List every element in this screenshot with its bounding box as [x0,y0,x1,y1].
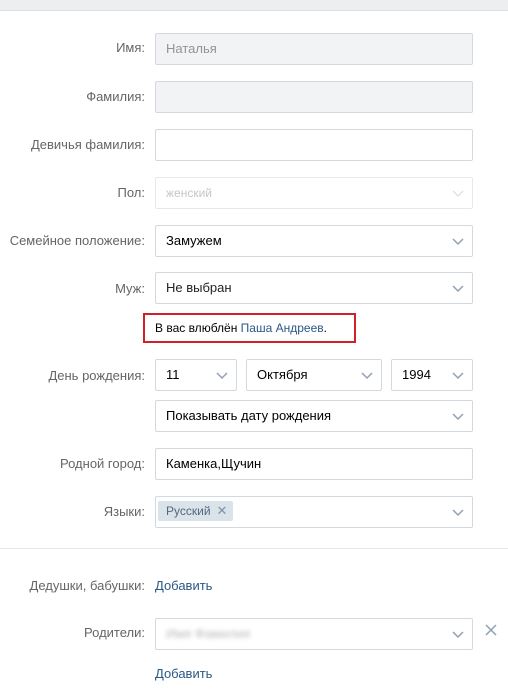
hometown-field[interactable]: Каменка,Щучин [155,448,473,480]
first-name-field[interactable]: Наталья [155,33,473,65]
birthday-label: День рождения: [48,368,145,383]
add-parents-link[interactable]: Добавить [155,666,212,682]
crush-hint-prefix: В вас влюблён [155,321,241,335]
crush-hint-suffix: . [323,321,327,335]
add-grandparents-link[interactable]: Добавить [155,578,212,594]
chevron-down-icon [452,410,464,422]
language-chip: Русский ✕ [158,501,234,521]
chevron-down-icon [452,369,464,381]
relationship-select[interactable]: Замужем [155,225,473,257]
birthday-day-value: 11 [166,367,180,382]
spouse-value: Не выбран [166,280,232,295]
chevron-down-icon [452,235,464,247]
chevron-down-icon [452,628,464,640]
spouse-select[interactable]: Не выбран [155,272,473,304]
parents-value: Имя Фамилия [166,626,251,641]
spouse-label: Муж: [115,281,145,296]
birthday-month-value: Октября [257,367,308,382]
hometown-label: Родной город: [60,456,145,471]
chevron-down-icon [361,369,373,381]
birthday-visibility-select[interactable]: Показывать дату рождения [155,400,473,432]
maiden-name-field[interactable] [155,129,473,161]
birthday-year-value: 1994 [402,367,431,382]
crush-hint: В вас влюблён Паша Андреев. [155,321,327,335]
birthday-visibility-value: Показывать дату рождения [166,408,332,423]
chevron-down-icon [216,369,228,381]
last-name-label: Фамилия: [86,89,145,104]
gender-label: Пол: [117,185,146,200]
section-divider [0,548,508,549]
crush-name-link[interactable]: Паша Андреев [241,321,324,335]
relationship-label: Семейное положение: [9,233,145,248]
first-name-label: Имя: [116,40,145,55]
gender-value: женский [166,186,212,200]
chevron-down-icon [452,282,464,294]
relationship-value: Замужем [166,233,222,248]
grandparents-label: Дедушки, бабушки: [29,578,145,593]
maiden-name-label: Девичья фамилия: [30,137,145,152]
parents-select[interactable]: Имя Фамилия [155,618,473,650]
birthday-day-select[interactable]: 11 [155,359,237,391]
gender-select[interactable]: женский [155,177,473,209]
languages-label: Языки: [103,504,145,519]
birthday-month-select[interactable]: Октября [246,359,382,391]
remove-chip-icon[interactable]: ✕ [217,501,228,521]
language-chip-label: Русский [166,504,211,518]
chevron-down-icon [452,506,464,518]
top-bar [0,0,508,11]
chevron-down-icon [452,187,464,199]
parents-label: Родители: [84,625,145,640]
birthday-year-select[interactable]: 1994 [391,359,473,391]
last-name-field[interactable] [155,81,473,113]
remove-parent-icon[interactable] [484,623,498,637]
